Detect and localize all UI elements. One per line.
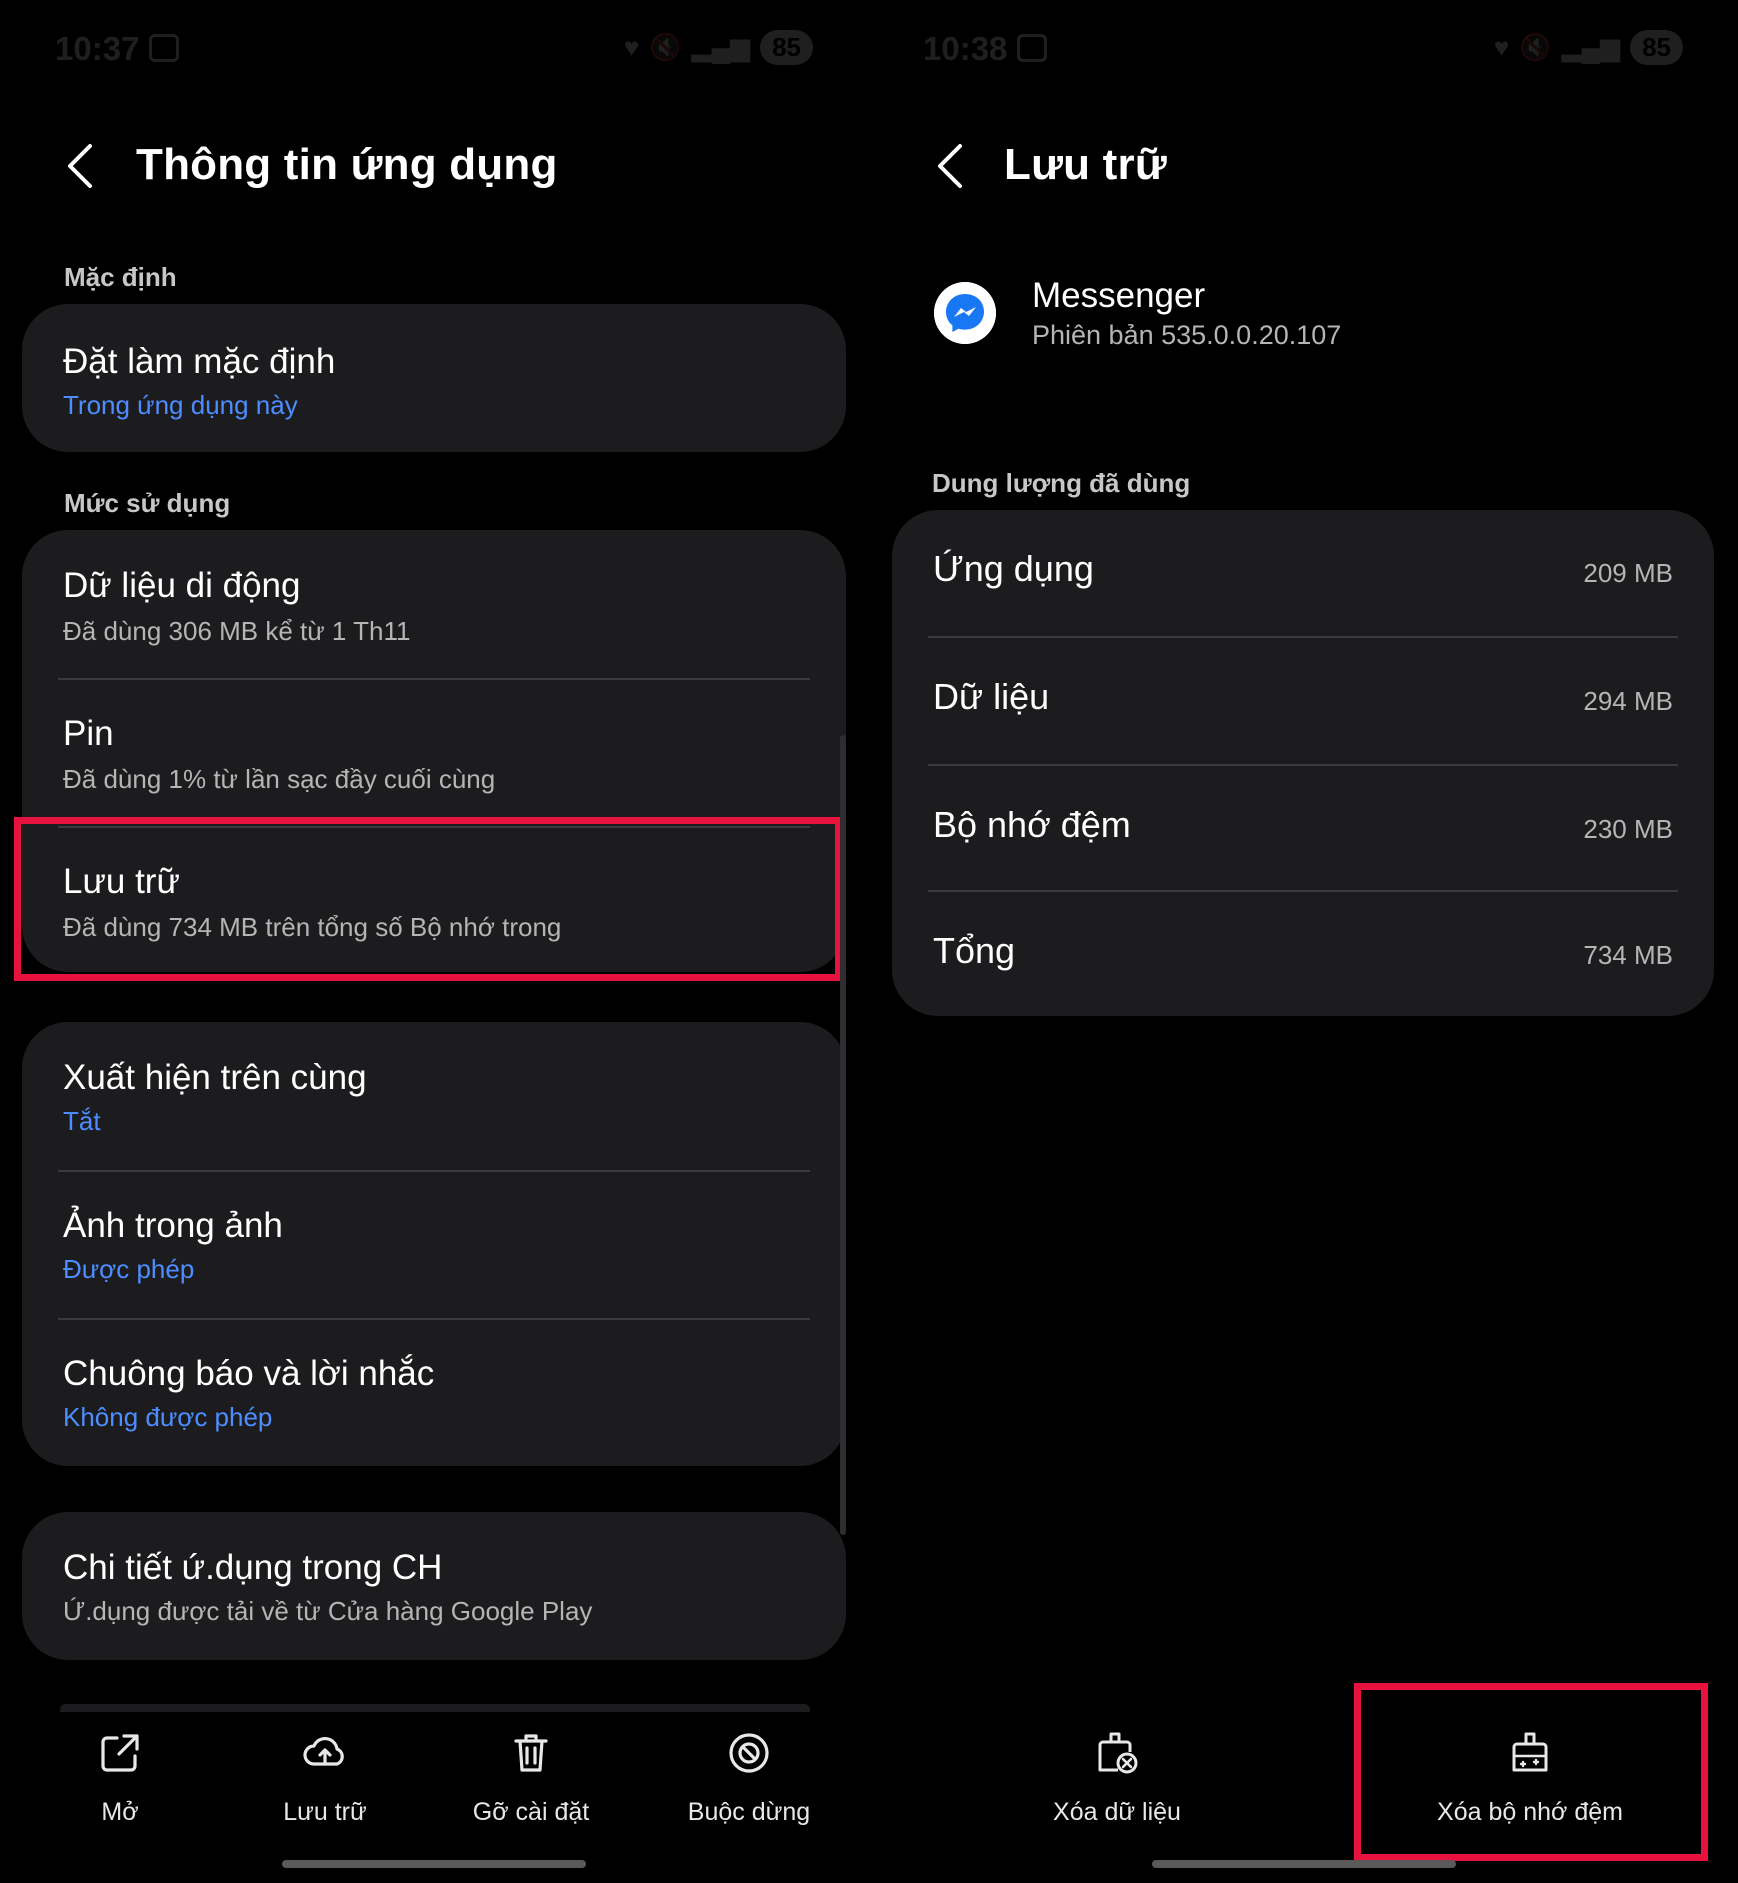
item-subtitle: Ứ.dụng được tải về từ Cửa hàng Google Pl… [63, 1596, 593, 1626]
clear-cache-button[interactable]: Xóa bộ nhớ đệm [1410, 1700, 1650, 1827]
cloud-upload-icon [303, 1736, 344, 1766]
item-subtitle: Tắt [63, 1106, 101, 1136]
app-name: Messenger [1032, 276, 1206, 315]
list-item-picture-in-picture[interactable]: Ảnh trong ảnh Được phép [22, 1172, 846, 1318]
item-subtitle: Đã dùng 1% từ lần sạc đầy cuối cùng [63, 764, 496, 794]
clear-data-icon [1098, 1732, 1138, 1774]
usage-label: Ứng dụng [933, 548, 1094, 589]
status-time: 10:38 [923, 30, 1008, 67]
list-item-mobile-data[interactable]: Dữ liệu di động Đã dùng 306 MB kể từ 1 T… [22, 530, 846, 678]
tool-label: Xóa bộ nhớ đệm [1437, 1798, 1623, 1826]
screenshot-icon [149, 34, 179, 62]
trash-icon [514, 1734, 548, 1772]
heart-icon: ♥ [623, 32, 640, 62]
item-subtitle: Đã dùng 306 MB kể từ 1 Th11 [63, 616, 411, 646]
item-subtitle: Được phép [63, 1254, 195, 1284]
status-icons: ♥ 🔇 ▂▄▆ 85 [1494, 30, 1683, 65]
card-storage-usage: Ứng dụng 209 MB Dữ liệu 294 MB Bộ nhớ đệ… [892, 510, 1714, 1016]
mute-icon: 🔇 [1519, 32, 1552, 62]
section-label-default: Mặc định [64, 262, 177, 292]
clear-data-button[interactable]: Xóa dữ liệu [1002, 1700, 1232, 1827]
item-title: Chuông báo và lời nhắc [63, 1354, 435, 1393]
usage-value: 734 MB [1583, 940, 1673, 970]
status-bar: 10:38 ♥ 🔇 ▂▄▆ 85 [923, 26, 1683, 72]
bottom-toolbar: Xóa dữ liệu Xóa bộ nhớ đệm [868, 1700, 1738, 1830]
chevron-left-icon [938, 144, 962, 188]
home-indicator[interactable] [282, 1860, 586, 1868]
card-permissions: Xuất hiện trên cùng Tắt Ảnh trong ảnh Đư… [22, 1022, 846, 1466]
scrollbar[interactable] [840, 735, 846, 1535]
tool-label: Mở [101, 1798, 139, 1826]
usage-label: Dữ liệu [933, 676, 1050, 717]
back-button[interactable] [930, 138, 970, 194]
stop-icon [729, 1733, 769, 1773]
tool-label: Lưu trữ [283, 1798, 367, 1826]
chevron-left-icon [68, 144, 92, 188]
clear-cache-icon [1512, 1732, 1548, 1772]
open-external-icon [101, 1734, 139, 1772]
item-title: Chi tiết ứ.dụng trong CH [63, 1548, 443, 1587]
uninstall-button[interactable]: Gỡ cài đặt [436, 1700, 626, 1827]
battery-level: 85 [1630, 30, 1683, 65]
item-subtitle: Trong ứng dụng này [63, 390, 298, 420]
item-subtitle: Đã dùng 734 MB trên tổng số Bộ nhớ trong [63, 912, 562, 942]
usage-value: 209 MB [1583, 558, 1673, 588]
signal-icon: ▂▄▆ [691, 32, 751, 62]
list-item-alarms-reminders[interactable]: Chuông báo và lời nhắc Không được phép [22, 1320, 846, 1466]
usage-row-app: Ứng dụng 209 MB [892, 510, 1714, 636]
force-stop-button[interactable]: Buộc dừng [654, 1700, 844, 1827]
usage-value: 230 MB [1583, 814, 1673, 844]
item-subtitle: Không được phép [63, 1402, 273, 1432]
back-button[interactable] [60, 138, 100, 194]
tool-label: Buộc dừng [687, 1798, 811, 1826]
usage-row-total: Tổng 734 MB [892, 892, 1714, 1016]
signal-icon: ▂▄▆ [1561, 32, 1621, 62]
item-title: Xuất hiện trên cùng [63, 1058, 367, 1097]
page-title: Thông tin ứng dụng [136, 140, 558, 189]
usage-row-cache: Bộ nhớ đệm 230 MB [892, 766, 1714, 892]
heart-icon: ♥ [1493, 32, 1510, 62]
screenshot-icon [1017, 34, 1047, 62]
list-item-storage[interactable]: Lưu trữ Đã dùng 734 MB trên tổng số Bộ n… [22, 828, 846, 972]
battery-level: 85 [760, 30, 813, 65]
app-info-screen: 10:37 ♥ 🔇 ▂▄▆ 85 Thông tin ứng dụng Mặc … [0, 0, 868, 1883]
usage-row-data: Dữ liệu 294 MB [892, 638, 1714, 764]
tool-label: Gỡ cài đặt [472, 1798, 590, 1826]
card-store-details: Chi tiết ứ.dụng trong CH Ứ.dụng được tải… [22, 1512, 846, 1660]
list-item-set-default[interactable]: Đặt làm mặc định Trong ứng dụng này [22, 304, 846, 452]
status-bar: 10:37 ♥ 🔇 ▂▄▆ 85 [55, 26, 813, 72]
mute-icon: 🔇 [649, 32, 682, 62]
usage-value: 294 MB [1583, 686, 1673, 716]
status-time: 10:37 [55, 30, 140, 67]
section-label-usage: Mức sử dụng [64, 488, 231, 518]
section-label-usage: Dung lượng đã dùng [932, 468, 1191, 498]
card-default: Đặt làm mặc định Trong ứng dụng này [22, 304, 846, 452]
messenger-icon [934, 282, 996, 344]
status-icons: ♥ 🔇 ▂▄▆ 85 [624, 30, 813, 65]
page-title: Lưu trữ [1004, 140, 1167, 189]
usage-label: Tổng [933, 930, 1016, 971]
app-version: Phiên bản 535.0.0.20.107 [1032, 320, 1342, 350]
item-title: Ảnh trong ảnh [63, 1206, 283, 1245]
tool-label: Xóa dữ liệu [1053, 1798, 1181, 1826]
bottom-toolbar: Mở Lưu trữ Gỡ cài đặt Buộc dừng [0, 1700, 868, 1830]
list-item-battery[interactable]: Pin Đã dùng 1% từ lần sạc đầy cuối cùng [22, 680, 846, 826]
item-title: Đặt làm mặc định [63, 342, 336, 381]
usage-label: Bộ nhớ đệm [933, 804, 1131, 845]
open-button[interactable]: Mở [25, 1700, 215, 1827]
archive-button[interactable]: Lưu trữ [230, 1700, 420, 1827]
storage-screen: 10:38 ♥ 🔇 ▂▄▆ 85 Lưu trữ Messenger Phiên… [868, 0, 1738, 1883]
list-item-display-over[interactable]: Xuất hiện trên cùng Tắt [22, 1022, 846, 1170]
item-title: Dữ liệu di động [63, 566, 301, 605]
item-title: Lưu trữ [63, 862, 180, 901]
card-usage: Dữ liệu di động Đã dùng 306 MB kể từ 1 T… [22, 530, 846, 972]
list-item-store-details[interactable]: Chi tiết ứ.dụng trong CH Ứ.dụng được tải… [22, 1512, 846, 1660]
item-title: Pin [63, 714, 114, 753]
home-indicator[interactable] [1152, 1860, 1456, 1868]
